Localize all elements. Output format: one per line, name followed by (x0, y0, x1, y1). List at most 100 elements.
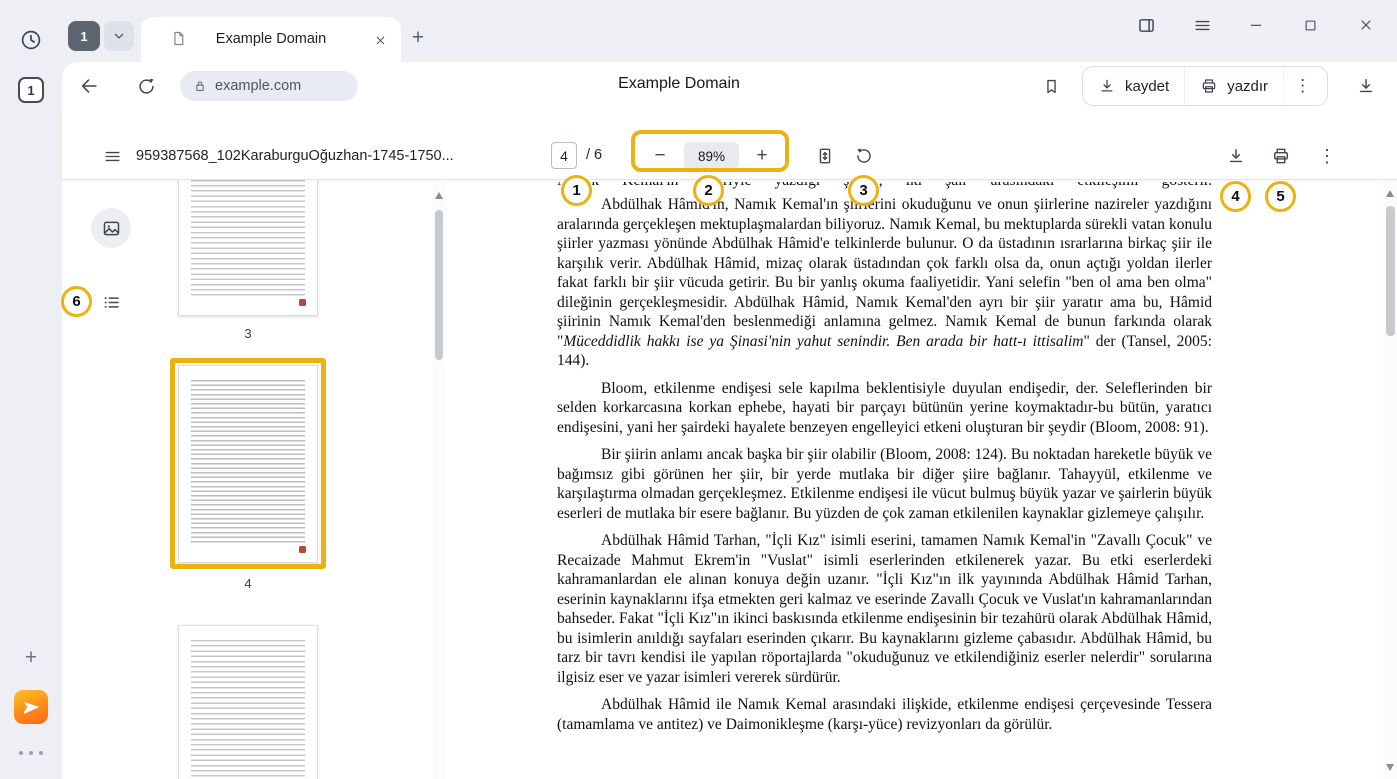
page-favicon (170, 30, 187, 47)
pdf-page-content: Namık Kemal'in tesiriyle yazdığı şiirler… (446, 180, 1383, 779)
thumbnail-panel: 3 4 (62, 180, 433, 779)
chevron-down-icon (111, 28, 127, 44)
pdf-paragraph: Abdülhak Hâmid'in, Namık Kemal'ın şiirle… (557, 195, 1212, 371)
download-icon (1098, 77, 1116, 95)
pdf-print-button[interactable] (1265, 140, 1297, 172)
new-tab-button[interactable]: + (405, 25, 431, 51)
paper-plane-icon (20, 696, 42, 718)
clipped-top-line: Namık Kemal'in tesiriyle yazdığı şiirler… (557, 182, 1212, 192)
outline-view-toggle[interactable] (91, 282, 131, 322)
pdf-menu-button[interactable] (94, 138, 130, 174)
window-maximize-button[interactable] (1296, 11, 1324, 39)
tab-strip: 1 Example Domain + (62, 0, 1397, 62)
print-page-button[interactable]: yazdır (1185, 67, 1283, 105)
window-minimize-button[interactable] (1242, 11, 1270, 39)
thumbnail-logo-mark (299, 299, 306, 306)
pdf-viewer: 959387568_102KaraburguOğuzhan-1745-1750.… (62, 110, 1397, 779)
print-page-label: yazdır (1227, 78, 1268, 95)
sidebar-more-icon[interactable] (17, 747, 45, 759)
thumbnail-text-lines (191, 380, 305, 544)
browser-content-card: example.com Example Domain kaydet yazdır… (62, 62, 1397, 779)
scroll-up-arrow[interactable] (435, 192, 443, 199)
thumbnail-logo-mark (299, 546, 306, 553)
tab-group-badge[interactable]: 1 (68, 21, 100, 51)
zoom-level: 89% (684, 142, 739, 170)
thumbnail-label-4: 4 (178, 576, 318, 591)
scroll-down-arrow[interactable] (1386, 764, 1394, 771)
scroll-up-arrow[interactable] (1386, 190, 1394, 197)
image-icon (101, 218, 122, 239)
download-icon (1226, 146, 1246, 166)
back-arrow-icon (78, 75, 100, 97)
printer-icon (1200, 77, 1218, 95)
tab-group-chevron-button[interactable] (104, 21, 134, 51)
back-button[interactable] (75, 72, 103, 100)
fit-page-icon (815, 146, 835, 166)
zoom-out-button[interactable]: − (646, 142, 674, 170)
pdf-paragraph: Bloom, etkilenme endişesi sele kapılma b… (557, 379, 1212, 438)
scrollbar-thumb[interactable] (435, 210, 443, 360)
thumbnail-scrollbar (433, 180, 446, 779)
downloads-button[interactable] (1352, 72, 1380, 100)
page-actions-more-button[interactable]: ⋮ (1284, 67, 1321, 105)
printer-icon (1271, 146, 1291, 166)
page-thumbnail-3[interactable] (178, 180, 318, 316)
document-icon (170, 30, 187, 47)
list-outline-icon (101, 292, 122, 313)
bookmark-button[interactable] (1037, 72, 1065, 100)
sidebar-tab-counter[interactable]: 1 (18, 77, 44, 103)
address-bar: example.com Example Domain kaydet yazdır… (62, 62, 1397, 110)
rotate-ccw-icon (854, 146, 874, 166)
fit-to-page-button[interactable] (810, 141, 840, 171)
page-actions-group: kaydet yazdır ⋮ (1082, 66, 1328, 106)
pdf-paragraph: Abdülhak Hâmid Tarhan, "İçli Kız" isimli… (557, 531, 1212, 687)
clock-icon (19, 28, 43, 52)
url-field[interactable]: example.com (180, 71, 358, 101)
close-icon (374, 34, 387, 47)
bookmark-flag-icon (1042, 77, 1061, 96)
url-text: example.com (215, 78, 301, 94)
page-title: Example Domain (519, 75, 839, 93)
pdf-more-button[interactable]: ⋮ (1312, 140, 1342, 172)
tab-title: Example Domain (191, 31, 351, 47)
rotate-button[interactable] (849, 141, 879, 171)
pdf-paragraphs: Abdülhak Hâmid'in, Namık Kemal'ın şiirle… (557, 195, 1212, 734)
page-thumbnail-4[interactable] (178, 365, 318, 563)
scrollbar-thumb[interactable] (1386, 206, 1395, 336)
panels-icon (1136, 15, 1157, 36)
thumbnail-view-toggle[interactable] (91, 208, 131, 248)
lock-icon (193, 79, 207, 93)
ellipsis-dots (19, 751, 43, 755)
pdf-filename: 959387568_102KaraburguOğuzhan-1745-1750.… (136, 148, 454, 164)
close-icon (1358, 17, 1374, 33)
reload-button[interactable] (132, 72, 160, 100)
download-icon (1356, 76, 1376, 96)
page-thumbnail-5[interactable] (178, 625, 318, 779)
pdf-paragraph: Abdülhak Hâmid ile Namık Kemal arasındak… (557, 695, 1212, 734)
page-count-label: / 6 (586, 147, 602, 163)
side-panels-button[interactable] (1132, 11, 1160, 39)
tab-close-button[interactable] (371, 31, 389, 49)
save-page-button[interactable]: kaydet (1083, 67, 1184, 105)
thumbnail-label-3: 3 (178, 326, 318, 341)
page-number-input[interactable]: 4 (551, 142, 577, 169)
active-tab[interactable]: Example Domain (141, 17, 401, 62)
yandex-app-icon[interactable] (14, 690, 48, 724)
pdf-text-column: Namık Kemal'in tesiriyle yazdığı şiirler… (557, 182, 1212, 734)
content-scrollbar (1383, 180, 1397, 779)
pdf-toolbar: 959387568_102KaraburguOğuzhan-1745-1750.… (62, 110, 1397, 180)
window-close-button[interactable] (1352, 11, 1380, 39)
thumbnail-text-lines (191, 180, 305, 297)
history-clock-icon[interactable] (17, 26, 45, 54)
hamburger-menu-icon (103, 147, 122, 166)
pdf-paragraph: Bir şiirin anlamı ancak başka bir şiir o… (557, 445, 1212, 523)
hamburger-menu-icon (1193, 16, 1212, 35)
sidebar-add-button[interactable]: + (17, 644, 45, 672)
reload-icon (136, 76, 157, 97)
browser-menu-button[interactable] (1188, 11, 1216, 39)
minimize-icon (1248, 17, 1264, 33)
thumbnail-text-lines (191, 640, 305, 779)
save-page-label: kaydet (1125, 78, 1169, 95)
zoom-in-button[interactable]: + (748, 142, 776, 170)
pdf-download-button[interactable] (1220, 140, 1252, 172)
